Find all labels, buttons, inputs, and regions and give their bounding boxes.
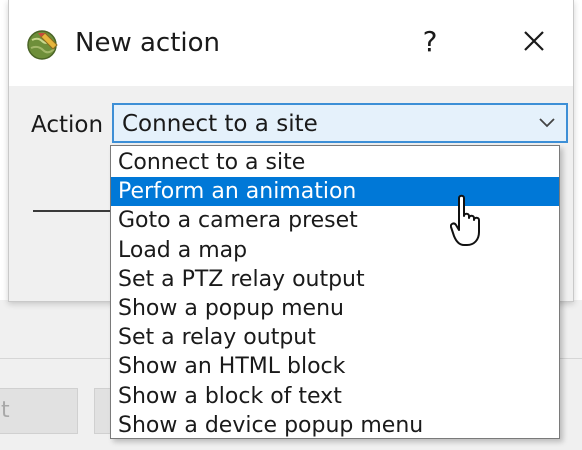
dialog-title: New action — [75, 28, 221, 58]
background-button[interactable]: t — [0, 388, 78, 434]
option-set-a-ptz-relay-output[interactable]: Set a PTZ relay output — [111, 265, 559, 294]
screen: t New action ? Action Connect to a site — [0, 0, 582, 450]
option-show-an-html-block[interactable]: Show an HTML block — [111, 352, 559, 381]
action-select[interactable]: Connect to a site — [112, 103, 568, 143]
hand-pointer-icon — [450, 194, 480, 246]
action-label: Action — [31, 112, 104, 138]
title-bar: New action ? — [9, 0, 573, 86]
action-select-value: Connect to a site — [122, 111, 318, 137]
option-show-a-device-popup-menu[interactable]: Show a device popup menu — [111, 411, 559, 440]
globe-pencil-icon — [27, 30, 58, 60]
background-button-label: t — [1, 398, 10, 423]
option-load-a-map[interactable]: Load a map — [111, 236, 559, 265]
option-connect-to-a-site[interactable]: Connect to a site — [111, 148, 559, 177]
option-show-a-popup-menu[interactable]: Show a popup menu — [111, 294, 559, 323]
option-goto-a-camera-preset[interactable]: Goto a camera preset — [111, 206, 559, 235]
action-dropdown-list: Connect to a site Perform an animation G… — [110, 145, 560, 439]
close-icon[interactable] — [511, 22, 557, 62]
help-button[interactable]: ? — [407, 22, 453, 62]
option-show-a-block-of-text[interactable]: Show a block of text — [111, 382, 559, 411]
option-perform-an-animation[interactable]: Perform an animation — [111, 177, 559, 207]
chevron-down-icon[interactable] — [538, 115, 556, 131]
partially-hidden-line — [33, 210, 121, 212]
option-set-a-relay-output[interactable]: Set a relay output — [111, 323, 559, 352]
